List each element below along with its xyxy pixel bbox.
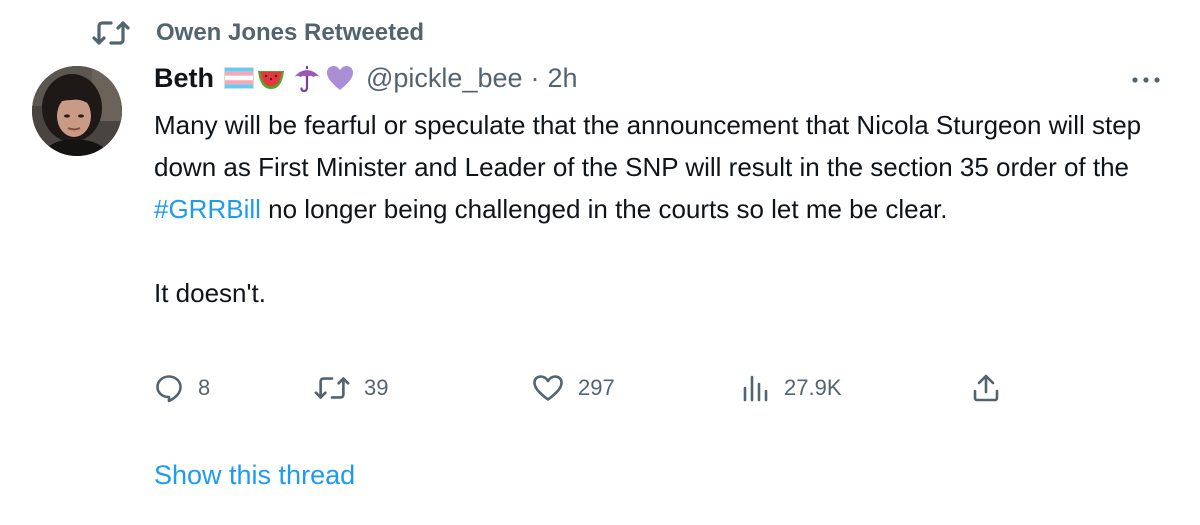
hashtag-link[interactable]: #GRRBill: [154, 194, 261, 224]
retweet-icon: [314, 377, 350, 399]
heart-icon: [533, 375, 563, 401]
avatar[interactable]: [32, 66, 122, 156]
more-options-button[interactable]: [1124, 66, 1168, 94]
more-horizontal-icon: [1132, 77, 1160, 83]
views-icon: [743, 375, 768, 402]
tweet-text: Many will be fearful or speculate that t…: [154, 104, 1164, 314]
watermelon-icon: [258, 71, 284, 89]
reply-button[interactable]: 8: [154, 368, 210, 408]
purple-heart-icon: [327, 66, 353, 90]
separator-dot: ·: [530, 62, 540, 93]
author-line: Beth @pickle_bee · 2h: [154, 58, 578, 98]
share-icon: [973, 374, 999, 402]
transgender-flag-icon: [224, 67, 254, 89]
retweet-icon: [92, 19, 130, 47]
tweet-paragraph: It doesn't.: [154, 278, 266, 308]
timestamp[interactable]: 2h: [548, 63, 578, 94]
retweet-header: Owen Jones Retweeted: [92, 16, 424, 50]
tweet-paragraph: Many will be fearful or speculate that t…: [154, 104, 1164, 230]
like-count: 297: [578, 375, 615, 400]
share-button[interactable]: [972, 368, 1000, 408]
reply-count: 8: [198, 375, 211, 400]
tweet-text-part: no longer being challenged in the courts…: [260, 194, 948, 224]
reply-icon: [156, 375, 182, 403]
action-bar: 8 39 297 27.9K: [154, 368, 1014, 408]
show-thread-link[interactable]: Show this thread: [154, 460, 355, 491]
tweet-text-part: Many will be fearful or speculate that t…: [154, 110, 1142, 182]
tweet[interactable]: Owen Jones Retweeted Beth @pickle_bee · …: [0, 0, 1200, 525]
retweet-count: 39: [364, 375, 389, 400]
umbrella-icon: [294, 66, 320, 93]
author-name[interactable]: Beth: [154, 63, 214, 94]
retweet-button[interactable]: 39: [314, 368, 388, 408]
views-button[interactable]: 27.9K: [740, 368, 842, 408]
author-emojis: [224, 63, 356, 93]
retweet-header-text[interactable]: Owen Jones Retweeted: [156, 19, 424, 47]
author-handle[interactable]: @pickle_bee: [366, 63, 523, 94]
views-count: 27.9K: [784, 375, 842, 400]
like-button[interactable]: 297: [532, 368, 615, 408]
